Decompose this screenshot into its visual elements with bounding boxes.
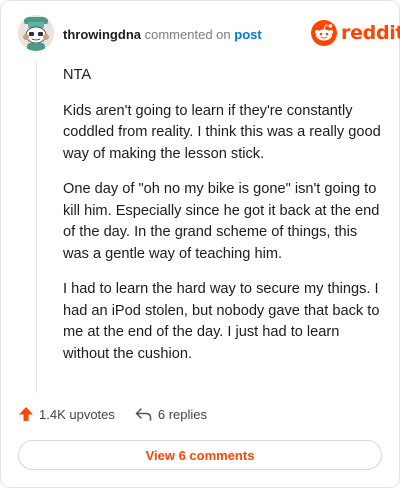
comment-paragraph: One day of "oh no my bike is gone" isn't… <box>63 181 380 262</box>
thread-line <box>36 61 37 393</box>
upvote-arrow-icon <box>19 407 33 421</box>
comment-card: throwingdna commented on post reddit NTA… <box>0 0 400 488</box>
comment-actions: 1.4K upvotes 6 replies <box>18 406 207 422</box>
view-comments-button[interactable]: View 6 comments <box>18 440 382 470</box>
comment-paragraph: I had to learn the hard way to secure my… <box>63 281 380 362</box>
post-link[interactable]: post <box>234 27 261 42</box>
reply-arrow-icon <box>135 408 152 421</box>
reddit-wordmark: reddit <box>341 22 400 44</box>
comment-body: NTA Kids aren't going to learn if they'r… <box>63 65 383 379</box>
upvote-count: 1.4K upvotes <box>39 406 115 422</box>
commented-on-label: commented on <box>144 27 231 42</box>
reddit-snoo-icon <box>311 20 337 46</box>
comment-header: throwingdna commented on post <box>63 27 262 42</box>
avatar[interactable] <box>18 15 54 51</box>
comment-paragraph: Kids aren't going to learn if they're co… <box>63 102 381 162</box>
upvote-button[interactable]: 1.4K upvotes <box>18 406 115 422</box>
username-link[interactable]: throwingdna <box>63 27 141 42</box>
snoo-avatar-icon <box>18 15 54 51</box>
comment-paragraph: NTA <box>63 67 92 83</box>
replies-button[interactable]: 6 replies <box>135 407 207 422</box>
reddit-logo[interactable]: reddit <box>311 20 400 46</box>
replies-count: 6 replies <box>157 406 208 422</box>
